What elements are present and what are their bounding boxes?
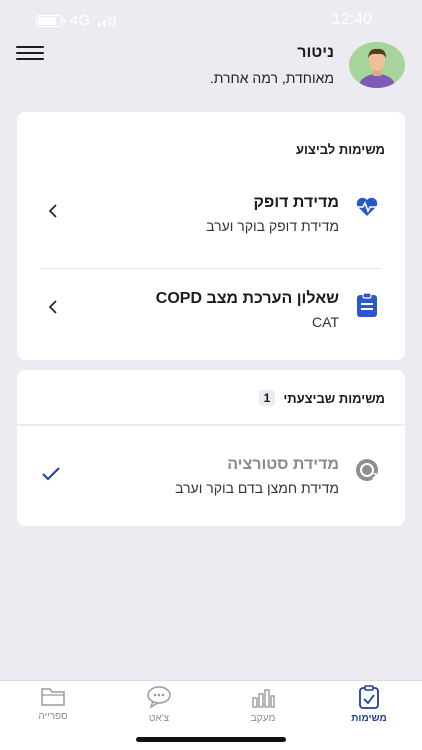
done-card: 2 מדידת סטורציה מדידת חמצן בדם בוקר וערב [17, 426, 405, 526]
person-icon [349, 42, 405, 88]
menu-line [16, 52, 44, 54]
task-title: מדידת דופק [253, 194, 339, 211]
task-text: מדידת סטורציה מדידת חמצן בדם בוקר וערב [175, 456, 339, 496]
home-indicator [136, 737, 286, 742]
avatar[interactable] [349, 42, 405, 88]
done-section-title: משימות שביצעתי [283, 390, 385, 406]
tasks-icon [334, 685, 404, 709]
task-subtitle: מדידת חמצן בדם בוקר וערב [175, 480, 339, 496]
tab-label: צ'אט [148, 713, 170, 724]
checkmark-icon [41, 466, 61, 482]
clipboard-icon [355, 292, 379, 317]
battery-icon [36, 14, 65, 27]
done-title-wrap: משימות שביצעתי 1 [258, 390, 385, 406]
task-pulse[interactable]: מדידת דופק מדידת דופק בוקר וערב [17, 192, 405, 252]
tab-chat[interactable]: צ'אט [124, 685, 194, 733]
network-type: 4G [70, 12, 91, 29]
todo-card: משימות לביצוע מדידת דופק מדידת דופק בוקר… [17, 112, 405, 360]
folder-icon [18, 685, 88, 707]
page-subtitle: מאוחדת, רמה אחרת. [209, 70, 334, 86]
signal-icon [98, 14, 117, 27]
task-subtitle: מדידת דופק בוקר וערב [206, 218, 339, 234]
tab-label: ספרייה [38, 711, 68, 722]
todo-section-title: משימות לביצוע [295, 142, 385, 157]
tab-tracking[interactable]: מעקב [228, 685, 298, 733]
task-title: שאלון הערכת מצב COPD [155, 290, 339, 307]
count-badge: 1 [258, 390, 276, 406]
done-card-header[interactable]: משימות שביצעתי 1 [17, 370, 405, 424]
chevron-left-icon [47, 300, 59, 314]
task-subtitle: CAT [312, 314, 339, 330]
svg-text:2: 2 [372, 472, 378, 481]
tab-label: מעקב [250, 713, 276, 724]
heart-pulse-icon [355, 196, 379, 220]
menu-line [16, 58, 44, 60]
task-saturation[interactable]: 2 מדידת סטורציה מדידת חמצן בדם בוקר וערב [17, 454, 405, 514]
divider [41, 268, 381, 269]
app-header: ניטור מאוחדת, רמה אחרת. [0, 38, 422, 98]
chart-icon [228, 685, 298, 709]
status-bar: 4G 12:40 [0, 0, 422, 40]
menu-button[interactable] [16, 46, 44, 66]
oxygen-icon: 2 [355, 458, 379, 482]
tab-tasks[interactable]: משימות [334, 685, 404, 733]
tab-library[interactable]: ספרייה [18, 685, 88, 733]
task-text: מדידת דופק מדידת דופק בוקר וערב [206, 194, 339, 234]
task-copd-questionnaire[interactable]: שאלון הערכת מצב COPD CAT [17, 288, 405, 348]
status-time: 12:40 [331, 11, 372, 28]
task-title: מדידת סטורציה [227, 456, 339, 473]
task-text: שאלון הערכת מצב COPD CAT [156, 290, 339, 330]
tab-label: משימות [351, 713, 387, 724]
chat-icon [124, 685, 194, 709]
status-left: 4G [36, 12, 117, 29]
tab-bar: משימות מעקב צ'אט ספרייה [0, 680, 422, 750]
menu-line [16, 46, 44, 48]
header-text: ניטור מאוחדת, רמה אחרת. [210, 44, 334, 86]
page-title: ניטור [297, 44, 334, 61]
chevron-left-icon [47, 204, 59, 218]
